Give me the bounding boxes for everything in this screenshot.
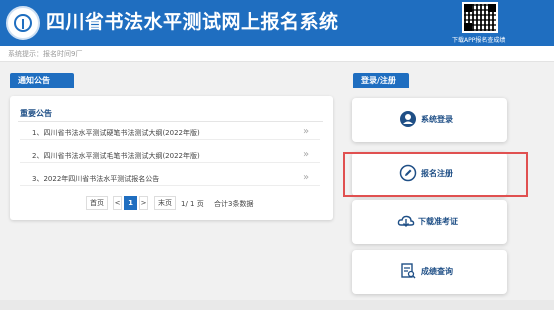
cloud-download-icon xyxy=(397,215,415,227)
document-search-icon xyxy=(401,263,416,279)
footer-strip xyxy=(0,300,554,310)
qr-code-icon xyxy=(462,2,498,33)
site-title: 四川省书法水平测试网上报名系统 xyxy=(46,11,339,33)
announcement-item[interactable]: 2、四川省书法水平测试毛笔书法测试大纲(2022年版) » xyxy=(20,147,320,163)
announcement-link[interactable]: 2、四川省书法水平测试毛笔书法测试大纲(2022年版) xyxy=(32,151,200,161)
highlight-box xyxy=(343,152,528,197)
total-count: 合计3条数据 xyxy=(214,200,254,208)
score-query-label: 成绩查询 xyxy=(421,267,453,276)
last-page-button[interactable]: 末页 xyxy=(154,196,176,210)
system-login-button[interactable]: 系统登录 xyxy=(352,98,507,142)
user-icon xyxy=(400,111,416,127)
double-chevron-right-icon: » xyxy=(303,172,310,183)
system-notice-text: 系统提示：报名时间9厂 xyxy=(8,50,83,58)
announcements-tab: 通知公告 xyxy=(10,73,74,88)
announcement-link[interactable]: 1、四川省书法水平测试硬笔书法测试大纲(2022年版) xyxy=(32,128,200,138)
system-notice-bar: 系统提示：报名时间9厂 xyxy=(0,46,554,62)
next-page-button[interactable]: > xyxy=(139,196,148,210)
download-ticket-label: 下载准考证 xyxy=(418,217,458,226)
double-chevron-right-icon: » xyxy=(303,149,310,160)
section-divider xyxy=(18,121,323,122)
prev-page-button[interactable]: < xyxy=(113,196,122,210)
qr-caption: 下载APP报名查成绩 xyxy=(452,37,506,44)
login-register-tab: 登录/注册 xyxy=(353,73,409,88)
important-notices-title: 重要公告 xyxy=(20,109,52,118)
score-query-button[interactable]: 成绩查询 xyxy=(352,250,507,294)
download-admission-ticket-button[interactable]: 下载准考证 xyxy=(352,200,507,244)
announcement-item[interactable]: 3、2022年四川省书法水平测试报名公告 » xyxy=(20,170,320,186)
current-page-button[interactable]: 1 xyxy=(124,196,137,210)
announcement-link[interactable]: 3、2022年四川省书法水平测试报名公告 xyxy=(32,174,159,184)
seal-logo-icon[interactable] xyxy=(6,6,40,40)
announcement-item[interactable]: 1、四川省书法水平测试硬笔书法测试大纲(2022年版) » xyxy=(20,124,320,140)
first-page-button[interactable]: 首页 xyxy=(86,196,108,210)
system-login-label: 系统登录 xyxy=(421,115,453,124)
site-header: 四川省书法水平测试网上报名系统 下载APP报名查成绩 xyxy=(0,0,554,46)
double-chevron-right-icon: » xyxy=(303,126,310,137)
page-info: 1/ 1 页 xyxy=(181,200,204,208)
